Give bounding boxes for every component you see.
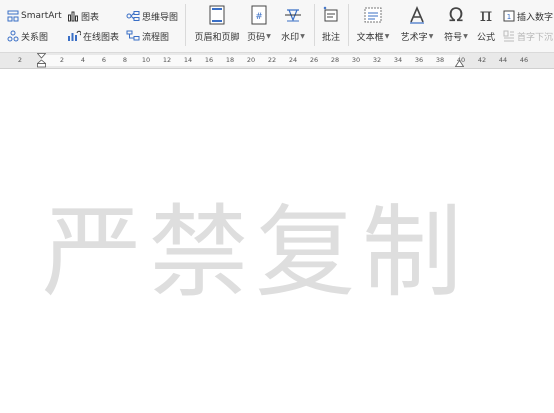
svg-text:#: # [255,12,263,22]
ruler-number: 44 [498,56,508,64]
insert-number-label: 插入数字 [517,12,554,23]
page-number-button[interactable]: # 页码 ▼ [246,4,272,43]
ruler-number: 42 [477,56,487,64]
flowchart-label: 流程图 [142,32,170,43]
comment-icon [323,6,338,22]
textbox-button[interactable]: 文本框 ▼ [354,4,392,43]
ruler-number: 30 [351,56,361,64]
online-chart-icon [68,30,81,41]
ruler-number: 6 [101,56,107,64]
ruler-number: 20 [246,56,256,64]
page-number-icon: # [251,5,267,25]
svg-text:1: 1 [507,13,511,21]
insert-number-button[interactable]: 1 插入数字 [503,9,553,23]
chevron-down-icon: ▼ [428,33,434,40]
symbol-button[interactable]: Ω 符号 ▼ [442,4,470,43]
mindmap-icon [126,11,140,21]
ruler-number: 24 [288,56,298,64]
insert-number-icon: 1 [503,10,515,22]
header-footer-button[interactable]: 页眉和页脚 [192,4,242,43]
ruler-number: 28 [330,56,340,64]
chevron-down-icon: ▼ [463,33,468,40]
watermark-text: 严 禁 复 制 [42,188,462,318]
ruler-number: 38 [435,56,445,64]
watermark-button[interactable]: 水印 ▼ [279,4,307,43]
relation-icon [7,30,19,42]
chart-label: 图表 [81,12,100,23]
flowchart-icon [126,30,140,41]
ruler-number: 18 [225,56,235,64]
chevron-down-icon: ▼ [266,33,271,40]
wordart-label: 艺术字 [400,33,428,43]
watermark-char: 禁 [148,194,249,311]
watermark-char: 复 [255,194,356,311]
ruler-number: 26 [309,56,319,64]
ruler-number: 2 [17,56,23,64]
ribbon-separator [314,4,315,46]
ruler-number: 4 [80,56,86,64]
insert-ribbon: SmartArt 图表 思维导图 关系图 在线图表 流程图 页眉和页脚 # 页码… [0,0,554,53]
smartart-icon [7,10,19,22]
textbox-label: 文本框 [356,33,384,43]
smartart-button[interactable]: SmartArt [7,9,62,23]
watermark-label: 水印 [281,33,300,43]
wordart-button[interactable]: 艺术字 ▼ [397,4,437,43]
chart-button[interactable]: 图表 [67,9,99,23]
watermark-char: 严 [42,194,142,311]
formula-label: 公式 [476,33,495,43]
ribbon-separator [185,4,186,46]
smartart-label: SmartArt [21,11,62,21]
ruler-number: 22 [267,56,277,64]
indent-marker-icon[interactable] [37,53,46,68]
header-footer-icon [209,5,225,25]
watermark-icon [285,9,301,22]
omega-icon: Ω [448,4,464,26]
online-chart-label: 在线图表 [83,32,120,43]
first-drop-button[interactable]: 首字下沉 [503,29,553,43]
chart-icon [68,11,78,22]
ruler-number: 8 [122,56,128,64]
comment-label: 批注 [321,33,340,43]
ruler-number: 32 [372,56,382,64]
relation-label: 关系图 [21,32,49,43]
ruler-number: 2 [59,56,65,64]
first-drop-label: 首字下沉 [517,32,554,43]
ruler-number: 14 [183,56,193,64]
mindmap-label: 思维导图 [142,12,179,23]
wordart-icon [410,5,424,24]
horizontal-ruler[interactable]: 2 2 4 6 8 10 12 14 16 18 20 22 24 26 28 30 32 34 36 38 40 42 4… [0,53,554,69]
chevron-down-icon: ▼ [300,33,305,40]
first-drop-icon [503,30,514,42]
mindmap-button[interactable]: 思维导图 [126,9,178,23]
ruler-number: 46 [519,56,529,64]
ruler-number: 12 [162,56,172,64]
right-indent-marker-icon[interactable] [455,60,464,67]
ribbon-separator [348,4,349,46]
watermark-char: 制 [361,194,462,311]
flowchart-button[interactable]: 流程图 [126,29,169,43]
ruler-number: 16 [204,56,214,64]
formula-button[interactable]: π 公式 [474,4,498,43]
ruler-number: 10 [141,56,151,64]
pi-icon: π [479,4,493,26]
header-footer-label: 页眉和页脚 [194,33,240,43]
ruler-number: 34 [393,56,403,64]
chevron-down-icon: ▼ [384,33,390,40]
ruler-number: 36 [414,56,424,64]
textbox-icon [364,7,382,23]
symbol-label: 符号 [444,33,463,43]
comment-button[interactable]: 批注 [319,4,343,43]
relation-chart-button[interactable]: 关系图 [7,29,48,43]
page-number-label: 页码 [247,33,266,43]
online-chart-button[interactable]: 在线图表 [67,29,119,43]
